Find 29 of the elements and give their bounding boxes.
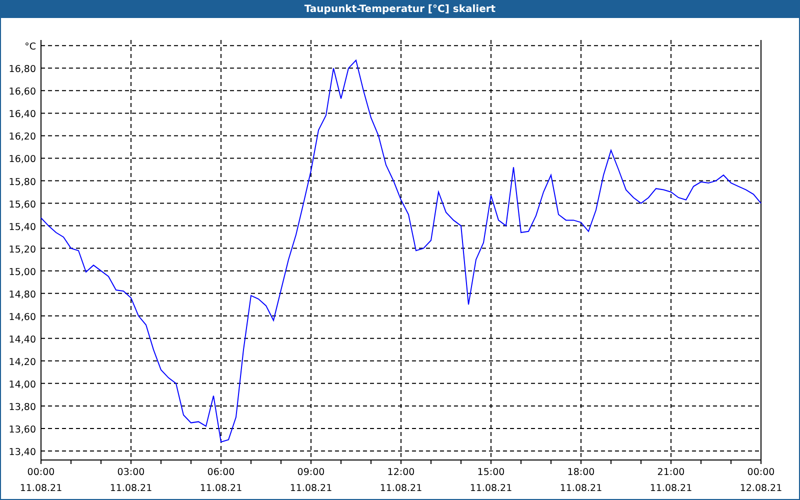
- x-axis-label: 06:00 11.08.21: [200, 467, 242, 494]
- y-axis-label: 14,40: [8, 334, 36, 346]
- y-axis-label: 15,60: [8, 199, 36, 210]
- x-axis-label: 03:00 11.08.21: [110, 467, 152, 494]
- y-axis-label: 14,60: [8, 312, 36, 323]
- y-axis-label: 16,60: [8, 86, 36, 98]
- y-axis-label: 15,00: [8, 266, 36, 278]
- y-axis-label: 14,00: [8, 379, 36, 390]
- x-axis-label: 12:00 11.08.21: [380, 467, 422, 494]
- y-axis-label: 13,80: [8, 402, 36, 413]
- y-axis-unit: °C: [24, 42, 36, 53]
- y-axis-label: 14,20: [8, 356, 36, 368]
- y-axis-label: 15,40: [8, 222, 36, 233]
- y-axis-label: 15,20: [8, 244, 36, 256]
- x-axis-label: 00:00 11.08.21: [20, 467, 62, 494]
- window-title: Taupunkt-Temperatur [°C] skaliert: [1, 1, 799, 18]
- y-axis-label: 16,40: [8, 109, 36, 120]
- y-axis-label: 16,80: [8, 64, 36, 76]
- x-axis-label: 09:00 11.08.21: [290, 467, 332, 494]
- y-axis-label: 13,60: [8, 424, 36, 436]
- y-axis-label: 16,20: [8, 132, 36, 143]
- x-axis-label: 15:00 11.08.21: [470, 467, 512, 494]
- x-axis-label: 21:00 11.08.21: [650, 467, 692, 494]
- y-axis-label: 16,00: [8, 154, 36, 166]
- x-axis-label: 00:00 12.08.21: [740, 467, 782, 494]
- y-axis-label: 13,40: [8, 447, 36, 458]
- y-axis-label: 14,80: [8, 289, 36, 300]
- y-axis-label: 15,80: [8, 176, 36, 188]
- x-axis-label: 18:00 11.08.21: [560, 467, 602, 494]
